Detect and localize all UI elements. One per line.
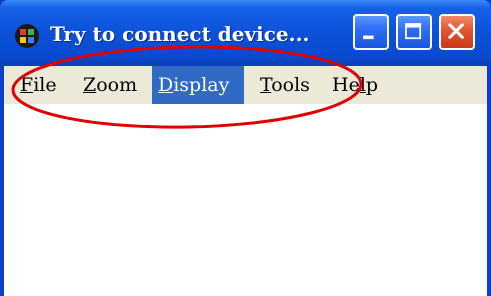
app-grid-icon (15, 24, 39, 48)
close-icon (448, 23, 464, 39)
minimize-button[interactable] (353, 14, 389, 50)
menu-tools[interactable]: Tools (254, 66, 316, 104)
minimize-icon (363, 35, 374, 40)
menu-file-accel: F (20, 74, 34, 96)
menu-tools-label: ools (271, 74, 310, 96)
menu-help-label: p (365, 74, 379, 96)
window-title: Try to connect device... (50, 22, 310, 46)
close-button[interactable] (439, 14, 475, 50)
maximize-icon (405, 23, 422, 40)
client-area[interactable] (4, 104, 487, 296)
menu-file-label: ile (33, 74, 57, 96)
title-bar[interactable]: Try to connect device... (0, 0, 491, 66)
menu-zoom-label: oom (96, 74, 138, 96)
menu-tools-accel: T (260, 74, 272, 96)
application-window: Try to connect device... File Zoom Displ… (0, 0, 491, 296)
menu-zoom-accel: Z (83, 74, 97, 96)
menu-zoom[interactable]: Zoom (77, 66, 143, 104)
menu-file[interactable]: File (14, 66, 63, 104)
menu-display-accel: D (158, 74, 174, 96)
menu-help[interactable]: Help (326, 66, 384, 104)
menu-bar: File Zoom Display Tools Help (4, 66, 487, 104)
menu-display[interactable]: Display (152, 66, 244, 104)
menu-display-label: isplay (173, 74, 230, 96)
menu-help-prefix: He (332, 74, 360, 96)
maximize-button[interactable] (396, 14, 432, 50)
